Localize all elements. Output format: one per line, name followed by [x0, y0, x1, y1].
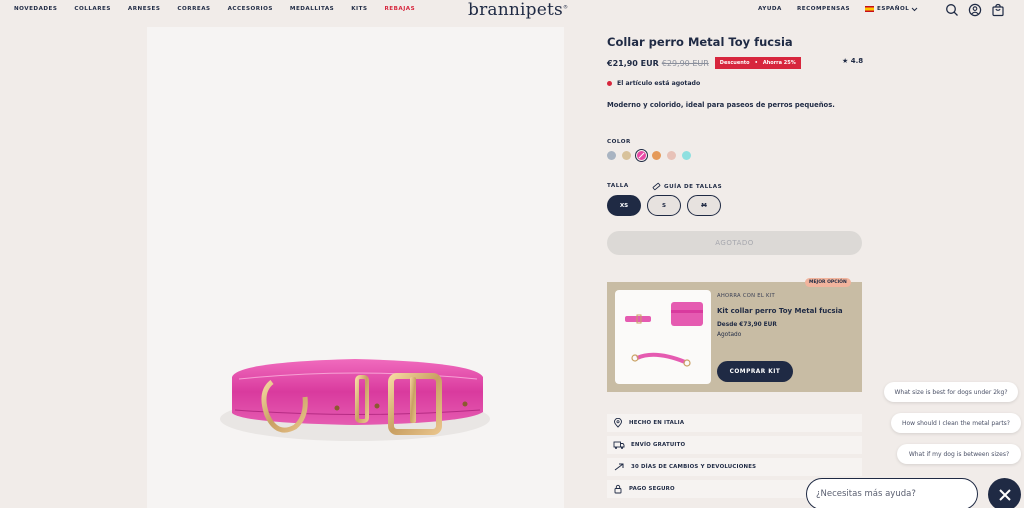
buy-kit-button[interactable]: COMPRAR KIT [717, 361, 793, 382]
kit-subtitle: AHORRA CON EL KIT [717, 293, 775, 299]
search-icon[interactable] [945, 3, 959, 17]
stock-text: El artículo está agotado [617, 80, 701, 87]
color-swatch-pink[interactable] [667, 151, 676, 160]
stock-status: El artículo está agotado [607, 80, 700, 87]
size-guide-link[interactable]: GUÍA DE TALLAS [652, 182, 722, 191]
site-logo[interactable]: brannipets® [468, 0, 568, 20]
product-image[interactable] [147, 27, 564, 508]
account-icon[interactable] [968, 3, 982, 17]
size-m-button[interactable]: M [687, 195, 721, 216]
lock-icon [614, 484, 622, 494]
old-price: €29,90 EUR [661, 58, 709, 68]
nav-kits[interactable]: KITS [351, 6, 367, 12]
rating-value: 4.8 [850, 57, 864, 65]
feature-free-shipping: ENVÍO GRATUITO [607, 436, 862, 454]
color-swatch-beige[interactable] [622, 151, 631, 160]
rewards-link[interactable]: RECOMPENSAS [797, 6, 850, 12]
kit-image[interactable] [615, 290, 711, 384]
chevron-down-icon [911, 7, 918, 11]
discount-save: Ahorra 25% [762, 60, 796, 66]
color-swatch-orange[interactable] [652, 151, 661, 160]
current-price: €21,90 EUR [607, 58, 659, 68]
nav-novedades[interactable]: NOVEDADES [14, 6, 57, 12]
color-swatch-aqua[interactable] [682, 151, 691, 160]
nav-correas[interactable]: CORREAS [177, 6, 210, 12]
close-icon [998, 488, 1011, 501]
discount-label: Descuento [719, 60, 750, 66]
kit-price: Desde €73,90 EUR [717, 322, 777, 328]
chat-suggestion[interactable]: What if my dog is between sizes? [897, 444, 1021, 464]
color-swatch-grey[interactable] [607, 151, 616, 160]
size-label: TALLA [607, 183, 629, 189]
rating[interactable]: ★ 4.8 [842, 57, 863, 65]
badge-separator: • [754, 60, 758, 66]
discount-badge: Descuento • Ahorra 25% [714, 57, 801, 69]
pink-collar-image [220, 359, 490, 441]
price-row: €21,90 EUR €29,90 EUR Descuento • Ahorra… [607, 57, 801, 69]
size-s-button[interactable]: S [647, 195, 681, 216]
site-header: NOVEDADES COLLARES ARNESES CORREAS ACCES… [0, 0, 1024, 20]
color-swatch-fuchsia[interactable] [635, 149, 648, 162]
product-description: Moderno y colorido, ideal para paseos de… [607, 101, 835, 109]
chat-suggestion[interactable]: How should I clean the metal parts? [891, 413, 1021, 433]
nav-accesorios[interactable]: ACCESORIOS [228, 6, 273, 12]
language-selector[interactable]: ESPAÑOL [865, 6, 918, 12]
nav-medallitas[interactable]: MEDALLITAS [290, 6, 334, 12]
location-pin-icon [614, 418, 622, 428]
delivery-truck-icon [613, 441, 625, 449]
feature-label: 30 DÍAS DE CAMBIOS Y DEVOLUCIONES [631, 464, 757, 470]
size-options: XS S M [607, 195, 721, 216]
help-link[interactable]: AYUDA [758, 6, 782, 12]
kit-products-image [625, 302, 703, 367]
chat-input[interactable]: ¿Necesitas más ayuda? [806, 478, 978, 508]
rewards-link-label: RECOMPENSAS [797, 6, 851, 12]
spain-flag-icon [865, 6, 874, 12]
feature-made-in-italy: HECHO EN ITALIA [607, 414, 862, 432]
unavailable-slash-icon [638, 152, 645, 159]
chat-close-button[interactable] [988, 478, 1021, 508]
ruler-icon [652, 182, 661, 191]
language-label: ESPAÑOL [877, 6, 910, 12]
color-label: COLOR [607, 139, 631, 145]
chat-suggestion[interactable]: What size is best for dogs under 2kg? [884, 382, 1018, 402]
product-title: Collar perro Metal Toy fucsia [607, 35, 793, 49]
best-option-badge: MEJOR OPCIÓN [805, 278, 851, 287]
bag-icon[interactable] [991, 3, 1005, 17]
kit-title[interactable]: Kit collar perro Toy Metal fucsia [717, 307, 843, 315]
return-arrow-icon [614, 463, 624, 471]
main-nav: NOVEDADES COLLARES ARNESES CORREAS ACCES… [14, 6, 432, 12]
nav-rebajas[interactable]: REBAJAS [384, 6, 415, 12]
feature-returns: 30 DÍAS DE CAMBIOS Y DEVOLUCIONES [607, 458, 862, 476]
feature-label: ENVÍO GRATUITO [631, 442, 686, 448]
feature-label: HECHO EN ITALIA [629, 420, 685, 426]
nav-collares[interactable]: COLLARES [74, 6, 110, 12]
logo-text: brannipets [468, 0, 563, 20]
nav-arneses[interactable]: ARNESES [128, 6, 161, 12]
help-link-label: AYUDA [758, 6, 782, 12]
feature-label: PAGO SEGURO [629, 486, 675, 492]
color-swatches [607, 149, 691, 162]
size-xs-button[interactable]: XS [607, 195, 641, 216]
size-guide-label: GUÍA DE TALLAS [664, 183, 723, 190]
sold-out-button[interactable]: AGOTADO [607, 231, 862, 255]
star-icon: ★ [842, 57, 849, 65]
status-dot-icon [607, 81, 612, 86]
kit-stock: Agotado [717, 332, 742, 338]
